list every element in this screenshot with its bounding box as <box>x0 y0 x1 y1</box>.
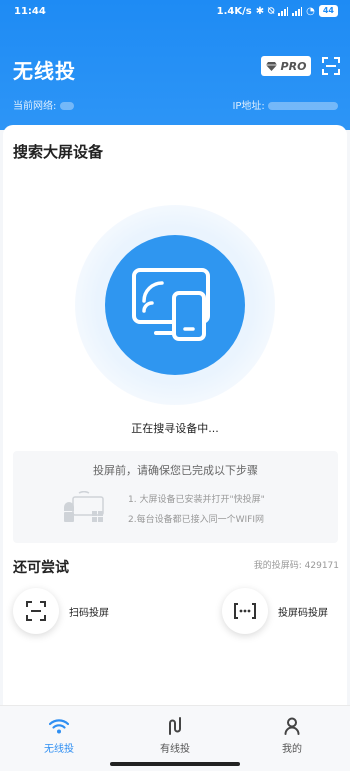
diamond-icon <box>265 61 277 71</box>
tab-wireless-label: 无线投 <box>44 744 74 755</box>
signal-icon <box>278 6 289 16</box>
qr-scan-icon <box>26 601 46 621</box>
scan-icon[interactable] <box>322 57 340 75</box>
main-card: 搜索大屏设备 正在搜寻设备中... 投屏前，请确保您已完成以下步骤 1. 大屏设… <box>3 125 347 725</box>
search-status: 正在搜寻设备中... <box>131 422 219 435</box>
try-title: 还可尝试 <box>13 560 69 576</box>
step-item: 1. 大屏设备已安装并打开"快投屏" <box>128 495 265 505</box>
steps-panel: 投屏前，请确保您已完成以下步骤 1. 大屏设备已安装并打开"快投屏" 2.每台设… <box>13 451 338 543</box>
home-indicator[interactable] <box>110 762 240 766</box>
ip-label: IP地址: <box>232 101 265 112</box>
network-label: 当前网络: <box>13 101 57 112</box>
tab-mine[interactable]: 我的 <box>257 716 327 755</box>
ip-value-redacted <box>268 102 338 110</box>
wifi-icon <box>49 719 69 734</box>
search-title: 搜索大屏设备 <box>13 143 104 161</box>
tab-wireless[interactable]: 无线投 <box>24 716 94 755</box>
step-item: 2.每台设备都已接入同一个WIFI网 <box>128 515 264 525</box>
tab-wired-label: 有线投 <box>160 744 190 755</box>
tab-mine-label: 我的 <box>282 744 302 755</box>
network-speed: 1.4K/s <box>216 5 252 17</box>
wifi-status-icon: ◔ <box>306 5 315 17</box>
scan-cast-button[interactable]: 扫码投屏 <box>13 588 109 634</box>
steps-title: 投屏前，请确保您已完成以下步骤 <box>93 464 258 477</box>
code-cast-button[interactable]: 投屏码投屏 <box>222 588 328 634</box>
silent-icon: ⍉ <box>268 5 275 17</box>
signal-icon-2 <box>292 6 303 16</box>
network-value-redacted <box>59 102 74 110</box>
scan-cast-label: 扫码投屏 <box>69 607 109 619</box>
tab-wired[interactable]: 有线投 <box>140 716 210 755</box>
user-icon <box>284 717 300 735</box>
bluetooth-icon: ✱ <box>255 5 265 17</box>
cast-search-button[interactable] <box>105 235 245 375</box>
app-header: 11:44 1.4K/s ✱ ⍉ ◔ 44 无线投 PRO 当前网络: IP地址… <box>0 0 350 130</box>
battery-icon: 44 <box>318 5 338 17</box>
cast-code: 我的投屏码: 429171 <box>253 561 339 571</box>
device-illustration-icon <box>64 491 104 522</box>
status-bar: 11:44 1.4K/s ✱ ⍉ ◔ 44 <box>14 3 338 19</box>
cable-icon <box>169 717 181 735</box>
pro-label: PRO <box>280 59 307 73</box>
screen-cast-icon <box>132 268 210 341</box>
code-input-icon <box>234 603 256 619</box>
code-cast-label: 投屏码投屏 <box>278 607 328 619</box>
pro-button[interactable]: PRO <box>261 56 311 76</box>
status-time: 11:44 <box>14 5 46 17</box>
page-title: 无线投 <box>13 59 76 83</box>
